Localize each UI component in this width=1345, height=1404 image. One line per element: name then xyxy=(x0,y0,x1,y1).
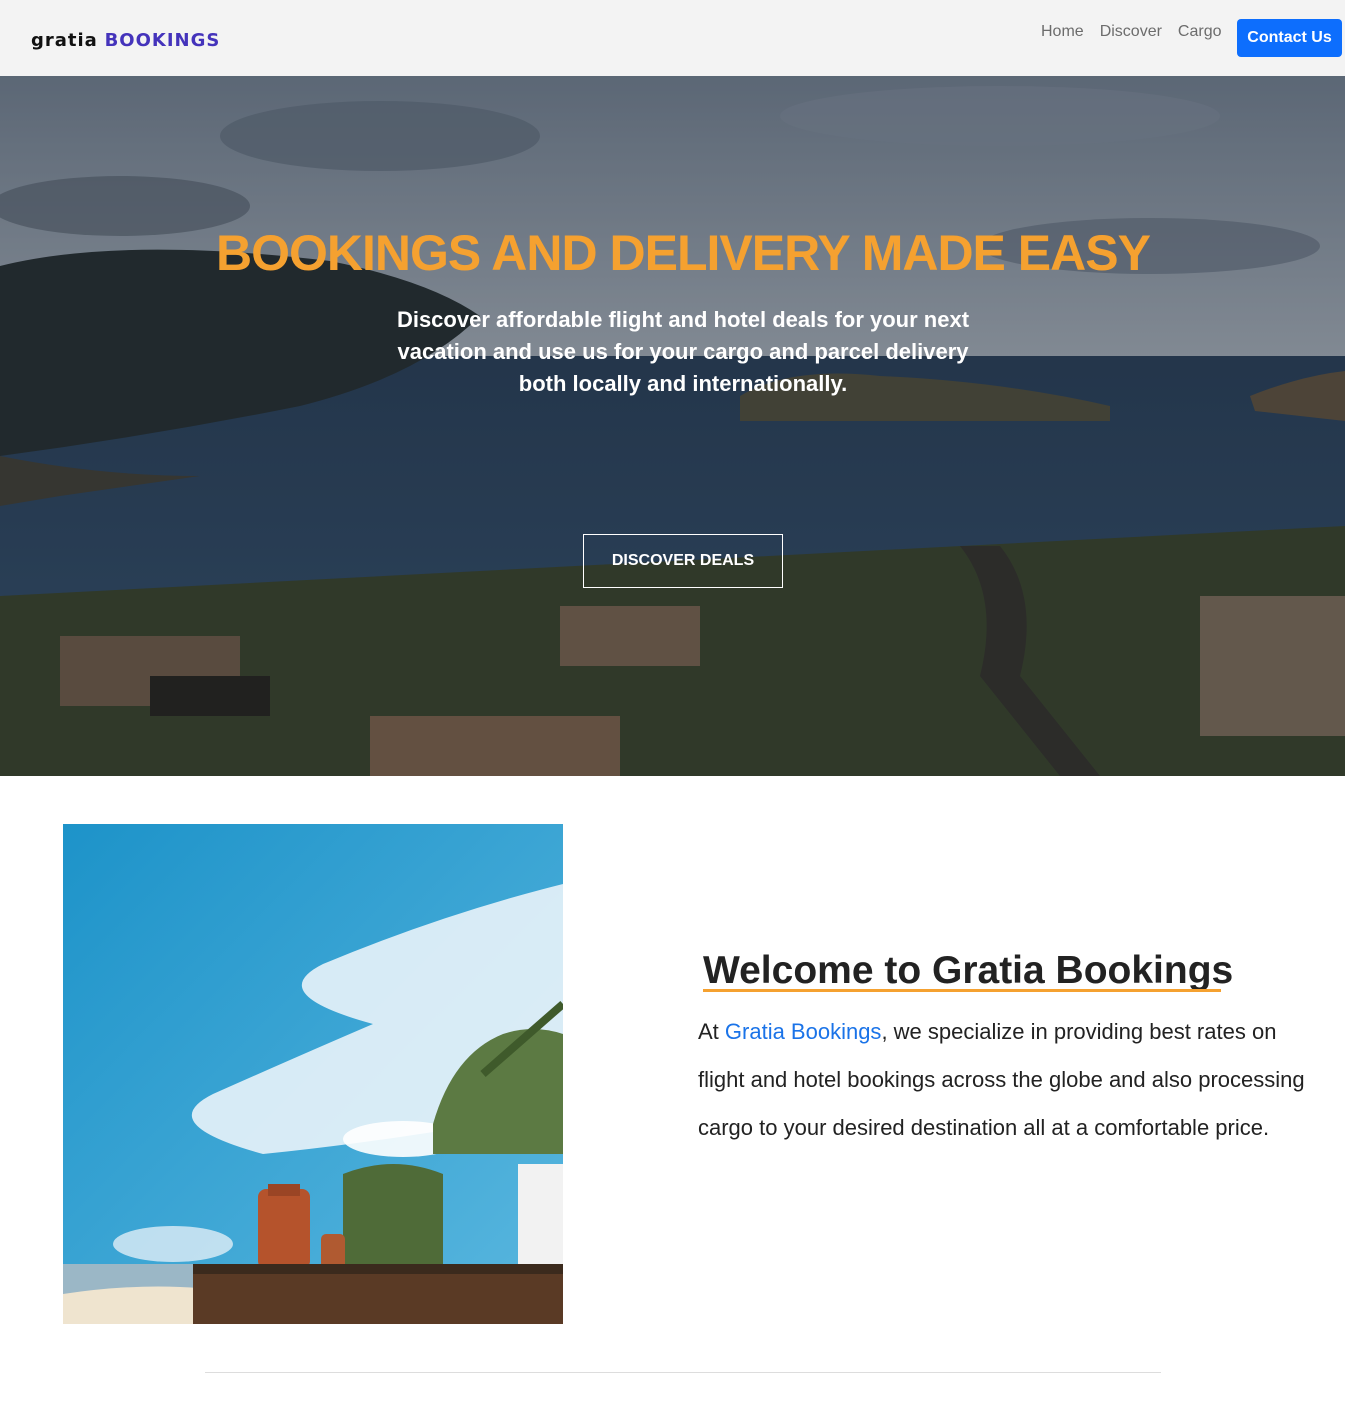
section-divider xyxy=(205,1372,1161,1373)
nav-links: Home Discover Cargo xyxy=(1041,22,1238,42)
nav-link-cargo[interactable]: Cargo xyxy=(1178,23,1222,41)
hero-background-image xyxy=(0,76,1345,776)
brand-second: BOOKINGS xyxy=(104,30,221,51)
brand-first: gratia xyxy=(31,30,98,51)
nav-link-home[interactable]: Home xyxy=(1041,23,1084,41)
welcome-beach-image xyxy=(63,824,563,1324)
discover-deals-button[interactable]: DISCOVER DEALS xyxy=(583,534,783,588)
welcome-title: Welcome to Gratia Bookings xyxy=(703,949,1234,992)
welcome-text-prefix: At xyxy=(698,1019,725,1044)
hero-section: BOOKINGS AND DELIVERY MADE EASY Discover… xyxy=(0,76,1345,776)
navbar: gratia BOOKINGS Home Discover Cargo Cont… xyxy=(0,0,1345,76)
hero-subtitle: Discover affordable flight and hotel dea… xyxy=(396,307,970,396)
gratia-bookings-link[interactable]: Gratia Bookings xyxy=(725,1019,882,1044)
welcome-text: At Gratia Bookings, we specialize in pro… xyxy=(698,1008,1313,1152)
brand-logo[interactable]: gratia BOOKINGS xyxy=(31,30,220,51)
hero-title: BOOKINGS AND DELIVERY MADE EASY xyxy=(216,225,1151,281)
contact-us-button[interactable]: Contact Us xyxy=(1237,19,1342,57)
nav-link-discover[interactable]: Discover xyxy=(1100,23,1162,41)
welcome-title-underline xyxy=(703,989,1221,992)
